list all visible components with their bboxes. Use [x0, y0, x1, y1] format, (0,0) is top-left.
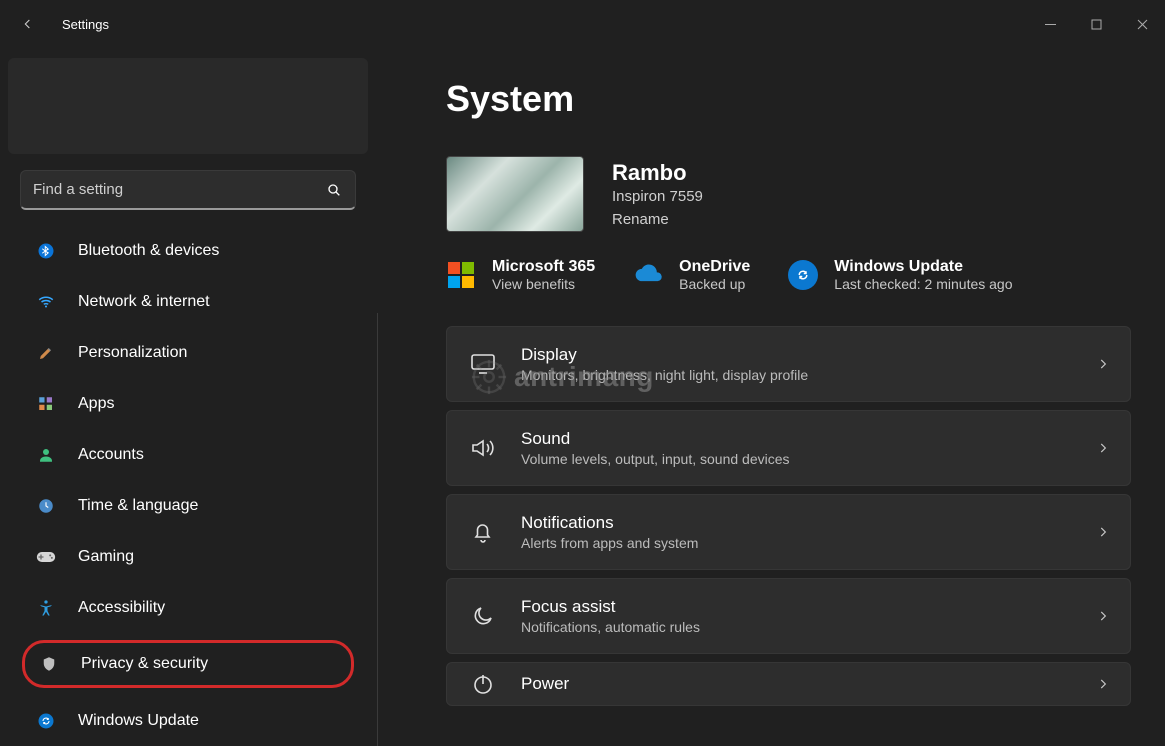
- accessibility-icon: [36, 598, 56, 618]
- nav-label: Accounts: [78, 446, 144, 464]
- maximize-button[interactable]: [1073, 9, 1119, 39]
- card-sound[interactable]: Sound Volume levels, output, input, soun…: [446, 410, 1131, 486]
- bluetooth-icon: [36, 241, 56, 261]
- nav-label: Bluetooth & devices: [78, 242, 219, 260]
- nav-label: Apps: [78, 395, 114, 413]
- tile-sub: Backed up: [679, 276, 750, 292]
- minimize-button[interactable]: [1027, 9, 1073, 39]
- chevron-right-icon: [1096, 357, 1110, 371]
- nav-label: Time & language: [78, 497, 198, 515]
- nav-windows-update[interactable]: Windows Update: [28, 702, 354, 739]
- bell-icon: [469, 518, 497, 546]
- device-name: Rambo: [612, 160, 703, 186]
- nav-label: Windows Update: [78, 712, 199, 730]
- main-panel: System Rambo Inspiron 7559 Rename Micros…: [378, 48, 1165, 746]
- tile-sub: Last checked: 2 minutes ago: [834, 276, 1012, 292]
- cloud-icon: [633, 260, 663, 290]
- card-sub: Monitors, brightness, night light, displ…: [521, 367, 1072, 383]
- app-title: Settings: [62, 17, 109, 32]
- settings-cards: Display Monitors, brightness, night ligh…: [446, 326, 1131, 706]
- page-title: System: [446, 78, 1131, 120]
- nav-personalization[interactable]: Personalization: [28, 334, 354, 371]
- apps-icon: [36, 394, 56, 414]
- window-controls: [1027, 9, 1165, 39]
- gamepad-icon: [36, 547, 56, 567]
- shield-icon: [39, 654, 59, 674]
- wifi-icon: [36, 292, 56, 312]
- card-display[interactable]: Display Monitors, brightness, night ligh…: [446, 326, 1131, 402]
- card-title: Display: [521, 345, 1072, 365]
- chevron-right-icon: [1096, 609, 1110, 623]
- nav-label: Gaming: [78, 548, 134, 566]
- nav-gaming[interactable]: Gaming: [28, 538, 354, 575]
- power-icon: [469, 670, 497, 698]
- chevron-right-icon: [1096, 525, 1110, 539]
- moon-icon: [469, 602, 497, 630]
- device-model: Inspiron 7559: [612, 188, 703, 205]
- tile-ms365[interactable]: Microsoft 365 View benefits: [446, 258, 595, 292]
- rename-link[interactable]: Rename: [612, 211, 703, 228]
- monitor-icon: [469, 350, 497, 378]
- card-power[interactable]: Power: [446, 662, 1131, 706]
- nav-time[interactable]: Time & language: [28, 487, 354, 524]
- card-notifications[interactable]: Notifications Alerts from apps and syste…: [446, 494, 1131, 570]
- device-card: Rambo Inspiron 7559 Rename: [446, 156, 1131, 232]
- tile-title: OneDrive: [679, 258, 750, 276]
- nav-privacy[interactable]: Privacy & security: [22, 640, 354, 688]
- sidebar-divider: [377, 313, 378, 746]
- card-title: Sound: [521, 429, 1072, 449]
- tile-title: Microsoft 365: [492, 258, 595, 276]
- card-sub: Alerts from apps and system: [521, 535, 1072, 551]
- device-wallpaper-thumb[interactable]: [446, 156, 584, 232]
- card-sub: Volume levels, output, input, sound devi…: [521, 451, 1072, 467]
- nav-bluetooth[interactable]: Bluetooth & devices: [28, 232, 354, 269]
- card-title: Notifications: [521, 513, 1072, 533]
- tile-onedrive[interactable]: OneDrive Backed up: [633, 258, 750, 292]
- card-sub: Notifications, automatic rules: [521, 619, 1072, 635]
- tile-windows-update[interactable]: Windows Update Last checked: 2 minutes a…: [788, 258, 1012, 292]
- card-title: Focus assist: [521, 597, 1072, 617]
- titlebar: Settings: [0, 0, 1165, 48]
- nav-accessibility[interactable]: Accessibility: [28, 589, 354, 626]
- tile-sub: View benefits: [492, 276, 595, 292]
- person-icon: [36, 445, 56, 465]
- sidebar: Bluetooth & devices Network & internet P…: [0, 48, 378, 746]
- nav-list: Bluetooth & devices Network & internet P…: [8, 232, 368, 739]
- tile-title: Windows Update: [834, 258, 1012, 276]
- nav-label: Privacy & security: [81, 655, 208, 673]
- nav-label: Accessibility: [78, 599, 165, 617]
- microsoft-logo-icon: [446, 260, 476, 290]
- nav-network[interactable]: Network & internet: [28, 283, 354, 320]
- nav-accounts[interactable]: Accounts: [28, 436, 354, 473]
- nav-apps[interactable]: Apps: [28, 385, 354, 422]
- card-focus-assist[interactable]: Focus assist Notifications, automatic ru…: [446, 578, 1131, 654]
- back-button[interactable]: [20, 16, 36, 32]
- account-box[interactable]: [8, 58, 368, 154]
- close-button[interactable]: [1119, 9, 1165, 39]
- clock-icon: [36, 496, 56, 516]
- chevron-right-icon: [1096, 677, 1110, 691]
- nav-label: Network & internet: [78, 293, 210, 311]
- sync-icon: [788, 260, 818, 290]
- nav-label: Personalization: [78, 344, 187, 362]
- card-title: Power: [521, 674, 1072, 694]
- paintbrush-icon: [36, 343, 56, 363]
- sync-icon: [36, 711, 56, 731]
- search-input[interactable]: [20, 170, 356, 210]
- chevron-right-icon: [1096, 441, 1110, 455]
- speaker-icon: [469, 434, 497, 462]
- search-icon: [326, 182, 342, 198]
